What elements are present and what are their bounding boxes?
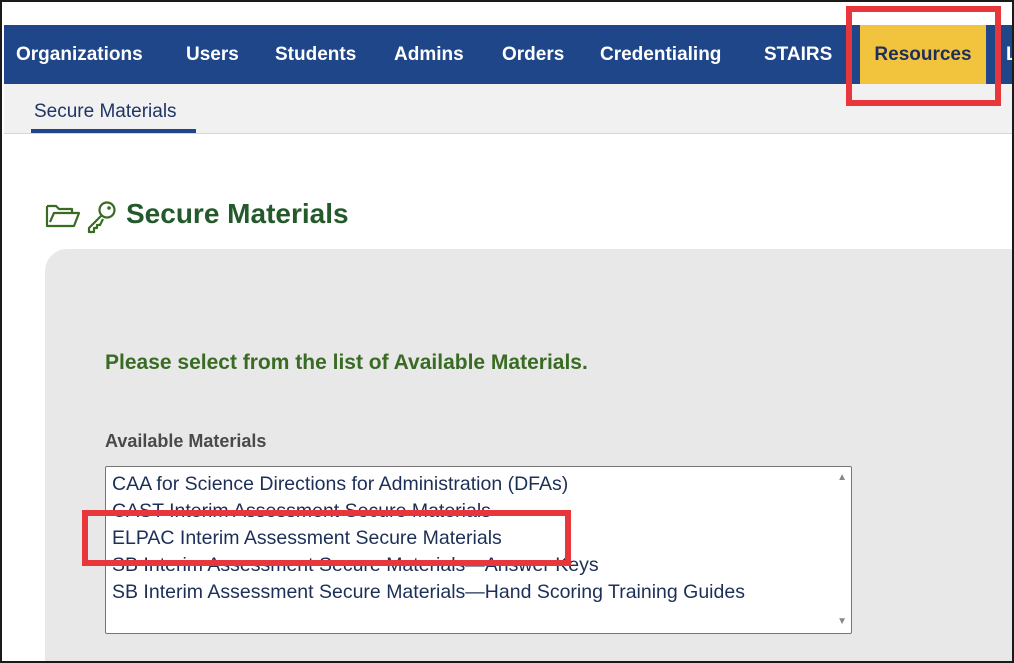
list-option[interactable]: CAA for Science Directions for Administr… bbox=[112, 473, 568, 496]
scroll-up-icon[interactable]: ▲ bbox=[837, 473, 847, 483]
available-materials-label: Available Materials bbox=[105, 431, 267, 451]
nav-stairs[interactable]: STAIRS bbox=[764, 25, 832, 84]
active-tab-underline bbox=[31, 129, 196, 133]
list-option-elpac[interactable]: ELPAC Interim Assessment Secure Material… bbox=[112, 527, 502, 550]
list-option[interactable]: SB Interim Assessment Secure Materials—H… bbox=[112, 581, 745, 604]
nav-organizations[interactable]: Organizations bbox=[16, 25, 143, 84]
nav-students[interactable]: Students bbox=[275, 25, 356, 84]
nav-orders[interactable]: Orders bbox=[502, 25, 564, 84]
tab-secure-materials[interactable]: Secure Materials bbox=[34, 101, 177, 123]
nav-resources[interactable]: Resources bbox=[860, 25, 986, 84]
instruction-text: Please select from the list of Available… bbox=[105, 351, 588, 374]
nav-credentialing[interactable]: Credentialing bbox=[600, 25, 721, 84]
available-materials-listbox[interactable]: CAA for Science Directions for Administr… bbox=[105, 466, 852, 634]
list-option[interactable]: CAST Interim Assessment Secure Materials bbox=[112, 500, 491, 523]
page-title: Secure Materials bbox=[126, 198, 349, 229]
folder-open-icon bbox=[45, 201, 116, 234]
top-navigation: Organizations Users Students Admins Orde… bbox=[4, 25, 1012, 84]
sub-navigation: Secure Materials bbox=[4, 84, 1012, 134]
key-icon bbox=[87, 201, 116, 234]
browser-frame: Organizations Users Students Admins Orde… bbox=[0, 0, 1014, 663]
nav-admins[interactable]: Admins bbox=[394, 25, 464, 84]
nav-overflow-item[interactable]: L bbox=[1006, 25, 1012, 84]
title-icons bbox=[44, 198, 122, 234]
scroll-down-icon[interactable]: ▼ bbox=[837, 617, 847, 627]
list-option[interactable]: SB Interim Assessment Secure Materials—A… bbox=[112, 554, 599, 577]
nav-users[interactable]: Users bbox=[186, 25, 239, 84]
